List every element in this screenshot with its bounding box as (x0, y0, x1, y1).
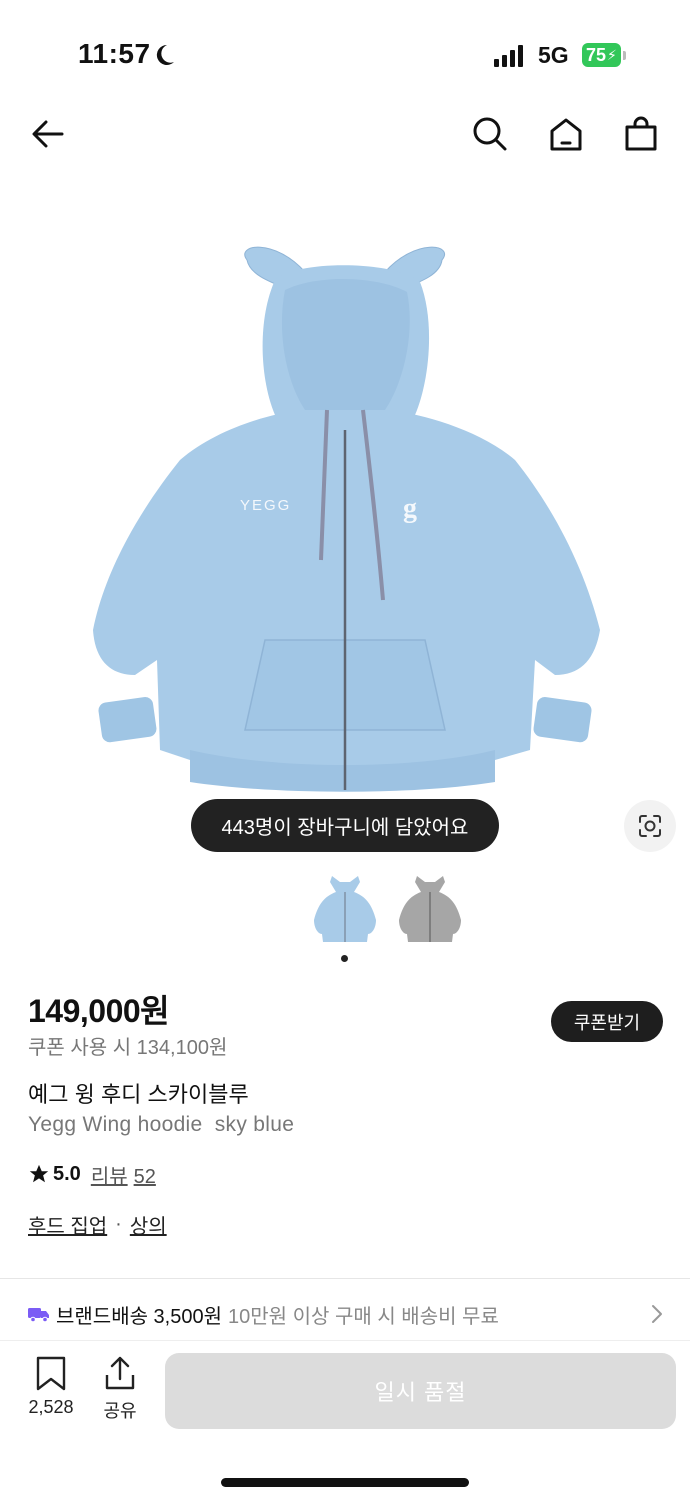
thumbnail-gray[interactable] (395, 872, 465, 946)
shipping-info-row[interactable]: 브랜드배송 3,500원 10만원 이상 구매 시 배송비 무료 (28, 1298, 668, 1330)
shopping-bag-icon (625, 116, 657, 151)
back-button[interactable] (24, 110, 72, 158)
share-label: 공유 (103, 1401, 137, 1421)
signal-icon (494, 45, 523, 67)
star-icon (29, 1164, 49, 1183)
share-icon (105, 1356, 135, 1390)
lens-icon (639, 815, 661, 837)
review-link[interactable]: 리뷰 52 (91, 1160, 156, 1189)
lens-search-button[interactable] (624, 800, 676, 852)
section-divider (0, 1278, 690, 1279)
chevron-right-icon (652, 1305, 662, 1323)
review-label: 리뷰 (90, 1165, 128, 1188)
shipping-fee: 브랜드배송 3,500원 (56, 1305, 223, 1328)
back-arrow-icon (32, 120, 64, 148)
home-button[interactable] (542, 110, 590, 158)
image-thumbnails (310, 872, 470, 948)
free-shipping-note: 10만원 이상 구매 시 배송비 무료 (228, 1305, 499, 1328)
coupon-price: 쿠폰 사용 시 134,100원 (28, 1037, 228, 1059)
product-name-korean: 예그 윙 후디 스카이블루 (28, 1082, 249, 1107)
category-tops[interactable]: 상의 (130, 1210, 167, 1239)
charging-bolt-icon: ⚡ (607, 46, 617, 63)
moon-icon (156, 44, 174, 65)
rating-row: 5.0 리뷰 52 (28, 1159, 156, 1189)
share-button[interactable]: 공유 (90, 1355, 150, 1423)
bottom-action-bar: 2,528 공유 일시 품절 (0, 1340, 690, 1500)
image-page-indicator (341, 955, 348, 962)
top-navigation (0, 110, 690, 160)
cart-button[interactable] (617, 110, 665, 158)
rating-score: 5.0 (53, 1162, 81, 1185)
battery-indicator: 75 ⚡ (582, 42, 626, 68)
search-icon (473, 117, 507, 151)
product-name-english: Yegg Wing hoodie sky blue (28, 1113, 295, 1136)
review-count: 52 (133, 1165, 156, 1188)
battery-level: 75 (586, 44, 607, 65)
home-indicator[interactable] (221, 1478, 469, 1487)
home-icon (550, 118, 582, 151)
like-button[interactable]: 2,528 (21, 1355, 81, 1418)
status-time: 11:57 (78, 38, 151, 69)
category-separator: · (115, 1213, 122, 1235)
category-breadcrumb: 후드 집업 · 상의 (28, 1210, 167, 1239)
get-coupon-button[interactable]: 쿠폰받기 (551, 1001, 663, 1042)
status-bar: 11:57 5G 75 ⚡ (0, 0, 690, 110)
bookmark-icon (36, 1356, 66, 1391)
thumbnail-sky-blue[interactable] (310, 872, 380, 946)
category-hood-zipup[interactable]: 후드 집업 (28, 1210, 107, 1239)
network-label: 5G (538, 42, 569, 68)
hoodie-g-logo: g (403, 493, 417, 524)
temporarily-sold-out-button[interactable]: 일시 품절 (165, 1353, 676, 1429)
product-price: 149,000원 (28, 993, 170, 1029)
hoodie-logo-text: YEGG (240, 497, 291, 514)
search-button[interactable] (466, 110, 514, 158)
cart-count-toast: 443명이 장바구니에 담았어요 (191, 799, 499, 852)
truck-icon (28, 1308, 49, 1322)
like-count: 2,528 (28, 1397, 74, 1417)
product-image[interactable]: YEGG g (85, 230, 605, 810)
